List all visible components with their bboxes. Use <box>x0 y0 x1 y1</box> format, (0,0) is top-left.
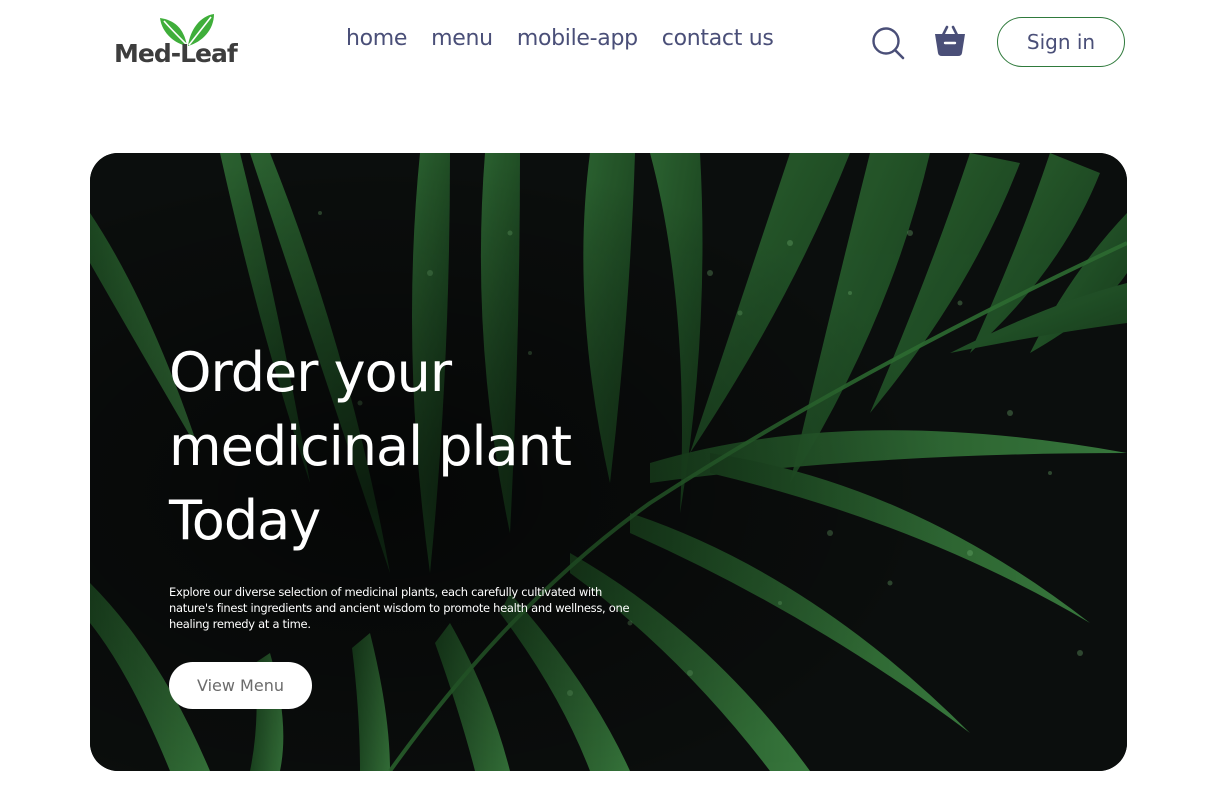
view-menu-button[interactable]: View Menu <box>169 662 312 709</box>
hero-title: Order your medicinal plant Today <box>169 341 572 552</box>
search-icon <box>872 27 905 60</box>
brand-logo[interactable]: Med-Leaf <box>114 12 254 70</box>
nav-link-mobile-app[interactable]: mobile-app <box>517 26 638 51</box>
nav-link-home[interactable]: home <box>346 26 407 51</box>
hero-banner: Order your medicinal plant Today Explore… <box>90 153 1127 771</box>
brand-name: Med-Leaf <box>114 39 238 68</box>
main-nav: home menu mobile-app contact us <box>346 26 774 51</box>
cart-button[interactable] <box>933 24 967 58</box>
sign-in-button[interactable]: Sign in <box>997 17 1125 67</box>
nav-link-contact-us[interactable]: contact us <box>662 26 774 51</box>
basket-icon <box>935 25 965 56</box>
navbar: Med-Leaf home menu mobile-app contact us… <box>0 0 1225 90</box>
search-button[interactable] <box>870 25 906 61</box>
hero-description: Explore our diverse selection of medicin… <box>169 585 630 631</box>
nav-link-menu[interactable]: menu <box>431 26 493 51</box>
